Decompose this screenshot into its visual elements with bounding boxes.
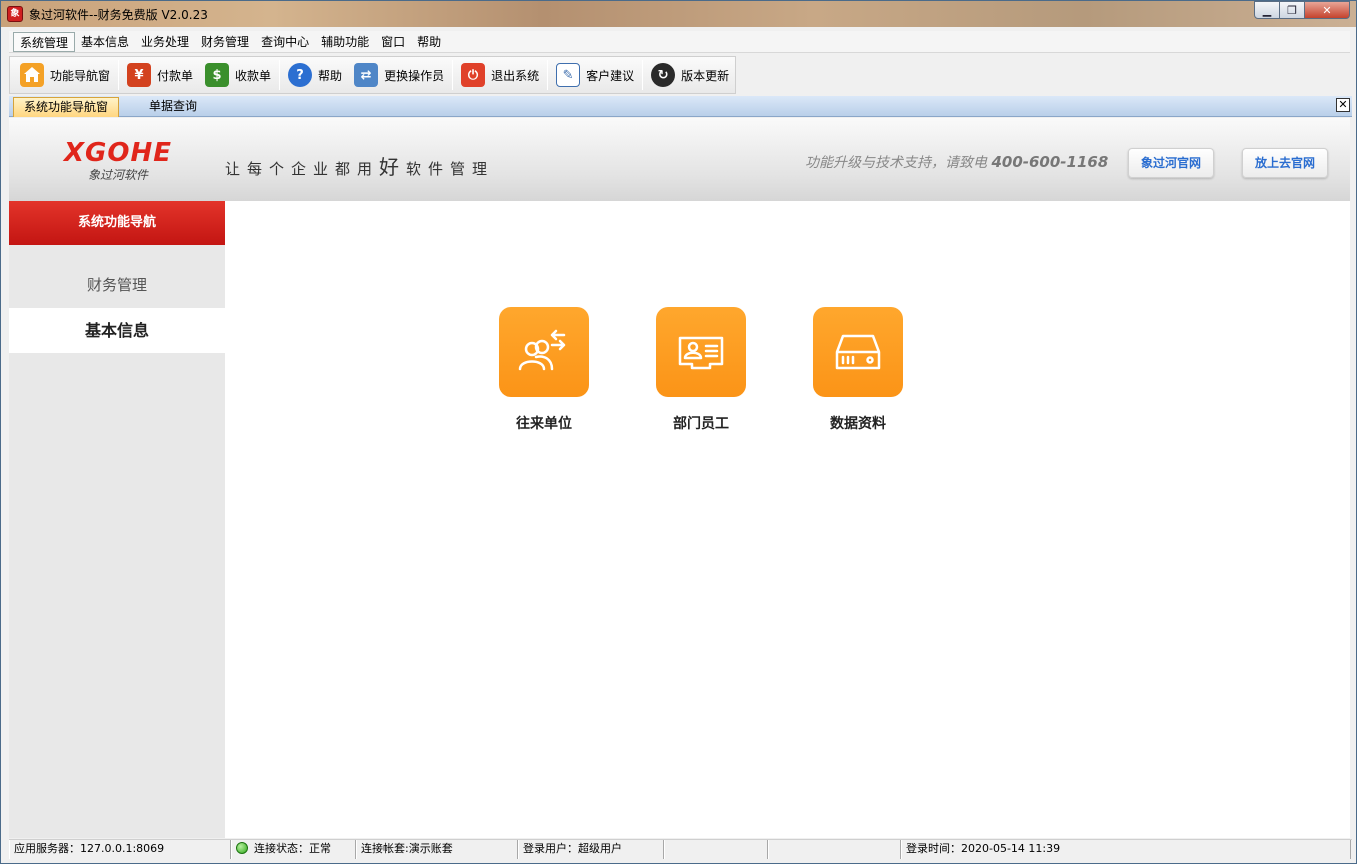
version-update-label: 版本更新: [681, 68, 730, 83]
toolbar: 功能导航窗 ¥ 付款单 $ 收款单 ? 帮助 ⇄ 更换操作员 ⏻ 退出系统 ✎ …: [9, 56, 737, 94]
logo-subtitle: 象过河软件: [87, 168, 148, 182]
brand-logo: XGOHE 象过河软件: [53, 138, 183, 183]
status-login-time: 登录时间：2020-05-14 11:39: [901, 840, 1351, 859]
menu-query[interactable]: 查询中心: [255, 32, 315, 52]
customer-feedback-button[interactable]: ✎ 客户建议: [550, 60, 640, 90]
tile-departments-employees-label: 部门员工: [673, 416, 729, 432]
employee-card-icon: [656, 307, 746, 397]
status-account-set: 连接帐套:演示账套: [356, 840, 518, 859]
window-controls: ▁ ❐ ✕: [1254, 1, 1350, 19]
nav-window-button[interactable]: 功能导航窗: [14, 60, 116, 90]
app-logo-icon: 象: [7, 6, 23, 22]
sidebar-item-finance[interactable]: 财务管理: [9, 263, 225, 308]
menu-business[interactable]: 业务处理: [135, 32, 195, 52]
help-label: 帮助: [318, 68, 343, 83]
function-nav-sidebar: 系统功能导航 财务管理 基本信息: [9, 201, 225, 838]
maximize-button[interactable]: ❐: [1280, 1, 1305, 19]
main-content: 往来单位 部门员工 数据资料: [225, 201, 1350, 838]
status-blank-2: [768, 840, 901, 859]
status-user: 登录用户：超级用户: [518, 840, 664, 859]
menu-system[interactable]: 系统管理: [13, 31, 76, 52]
switch-user-icon: ⇄: [354, 63, 379, 87]
tab-document-query[interactable]: 单据查询: [139, 97, 207, 117]
toolbar-separator: [452, 60, 454, 90]
nav-window-label: 功能导航窗: [50, 68, 111, 83]
status-bar: 应用服务器：127.0.0.1:8069 连接状态：正常 连接帐套:演示账套 登…: [9, 839, 1352, 859]
slogan-emphasis: 好: [379, 155, 407, 179]
official-site-button[interactable]: 象过河官网: [1128, 148, 1214, 178]
document-tabs: 系统功能导航窗 单据查询 ✕: [9, 96, 1352, 117]
tile-partners-label: 往来单位: [516, 416, 572, 432]
switch-operator-button[interactable]: ⇄ 更换操作员: [348, 60, 450, 90]
receipt-voucher-label: 收款单: [235, 68, 272, 83]
version-update-button[interactable]: ↻ 版本更新: [645, 60, 735, 90]
home-icon: [20, 63, 44, 87]
slogan-part-2: 软件管理: [406, 160, 495, 178]
notepad-icon: ✎: [556, 63, 581, 87]
tile-data-materials-label: 数据资料: [830, 416, 886, 432]
header-banner: XGOHE 象过河软件 让每个企业都用好软件管理 功能升级与技术支持，请致电 4…: [9, 118, 1350, 201]
toolbar-separator: [547, 60, 549, 90]
hard-drive-icon: [813, 307, 903, 397]
status-blank-1: [664, 840, 768, 859]
close-button[interactable]: ✕: [1305, 1, 1350, 19]
update-icon: ↻: [651, 63, 676, 87]
payment-voucher-icon: ¥: [127, 63, 152, 87]
contacts-exchange-icon: [499, 307, 589, 397]
tile-partners[interactable]: 往来单位: [484, 307, 604, 433]
support-text: 功能升级与技术支持，请致电: [805, 155, 987, 171]
sidebar-item-basic-info[interactable]: 基本信息: [9, 308, 225, 353]
support-phone: 400-600-1168: [991, 153, 1109, 171]
status-connection: 连接状态：正常: [231, 840, 356, 859]
minimize-icon: ▁: [1262, 3, 1272, 17]
payment-voucher-label: 付款单: [157, 68, 194, 83]
close-icon: ✕: [1322, 3, 1332, 17]
logo-text: XGOHE: [63, 138, 172, 168]
minimize-button[interactable]: ▁: [1254, 1, 1280, 19]
tile-departments-employees[interactable]: 部门员工: [641, 307, 761, 433]
receipt-voucher-button[interactable]: $ 收款单: [199, 60, 277, 90]
help-icon: ?: [288, 63, 313, 87]
fangshangqu-site-button[interactable]: 放上去官网: [1242, 148, 1328, 178]
app-window: 象 象过河软件--财务免费版 V2.0.23 ▁ ❐ ✕ 系统管理 基本信息 业…: [0, 0, 1357, 864]
toolbar-separator: [118, 60, 120, 90]
title-bar[interactable]: 象 象过河软件--财务免费版 V2.0.23 ▁ ❐ ✕: [1, 1, 1356, 27]
menu-bar: 系统管理 基本信息 业务处理 财务管理 查询中心 辅助功能 窗口 帮助: [9, 31, 1350, 53]
support-info: 功能升级与技术支持，请致电 400-600-1168: [805, 152, 1108, 172]
receipt-voucher-icon: $: [205, 63, 230, 87]
power-icon: ⏻: [461, 63, 486, 87]
customer-feedback-label: 客户建议: [586, 68, 635, 83]
window-title: 象过河软件--财务免费版 V2.0.23: [29, 8, 208, 22]
menu-basic-info[interactable]: 基本信息: [75, 32, 135, 52]
help-button[interactable]: ? 帮助: [282, 60, 348, 90]
slogan-part-1: 让每个企业都用: [225, 160, 380, 178]
status-connection-text: 连接状态：正常: [254, 842, 331, 855]
tab-close-icon[interactable]: ✕: [1336, 98, 1350, 112]
connection-status-led-icon: [236, 842, 248, 854]
menu-help[interactable]: 帮助: [411, 32, 447, 52]
sidebar-title: 系统功能导航: [9, 201, 225, 245]
switch-operator-label: 更换操作员: [384, 68, 445, 83]
restore-icon: ❐: [1287, 3, 1297, 17]
tab-nav-window[interactable]: 系统功能导航窗: [13, 97, 120, 117]
tile-data-materials[interactable]: 数据资料: [798, 307, 918, 433]
menu-finance[interactable]: 财务管理: [195, 32, 255, 52]
menu-window[interactable]: 窗口: [375, 32, 411, 52]
exit-system-label: 退出系统: [491, 68, 540, 83]
menu-tools[interactable]: 辅助功能: [315, 32, 375, 52]
payment-voucher-button[interactable]: ¥ 付款单: [121, 60, 199, 90]
exit-system-button[interactable]: ⏻ 退出系统: [455, 60, 545, 90]
status-server: 应用服务器：127.0.0.1:8069: [9, 840, 231, 859]
toolbar-separator: [642, 60, 644, 90]
slogan: 让每个企业都用好软件管理: [225, 151, 494, 180]
toolbar-separator: [279, 60, 281, 90]
